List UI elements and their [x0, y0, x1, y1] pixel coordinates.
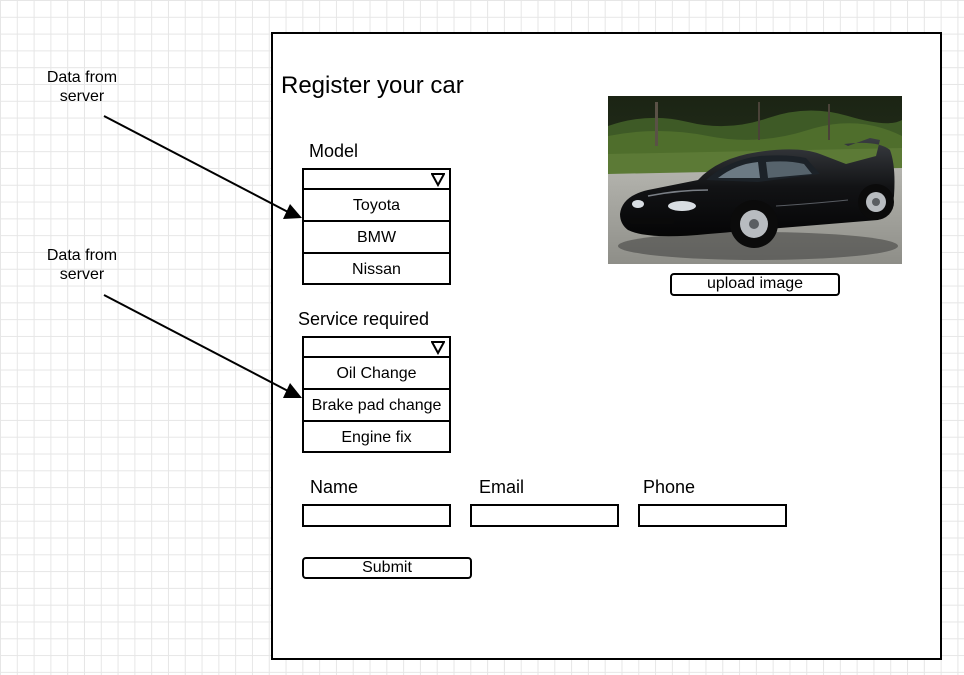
- arrow-right-icon: [103, 115, 302, 219]
- arrow-right-icon: [103, 294, 302, 398]
- annotation-arrows: [103, 115, 302, 398]
